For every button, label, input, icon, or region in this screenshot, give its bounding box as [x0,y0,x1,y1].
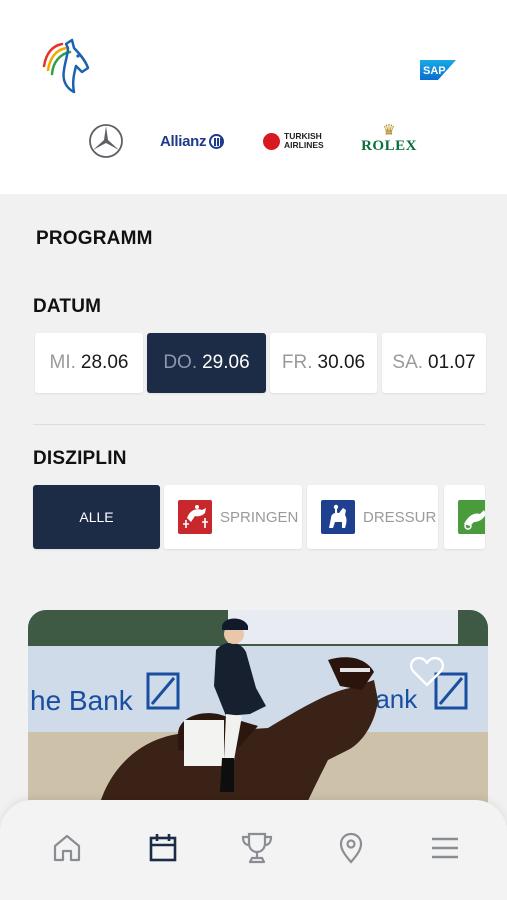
bottom-navigation [0,800,507,900]
discipline-tab-dressur[interactable]: DRESSUR [307,485,438,549]
date-tab-date: 28.06 [80,352,129,373]
calendar-icon [149,834,177,862]
allianz-logo: Allianz [160,124,225,158]
discipline-tab-label: DRESSUR [363,508,437,526]
disziplin-heading: DISZIPLIN [33,448,127,469]
sponsor-header: SAP Allianz TURKISH AIRLINES ♛ ROLEX [0,0,507,194]
date-tab-date: 29.06 [202,352,250,373]
location-pin-icon [339,832,363,864]
rolex-crown-icon: ♛ [382,122,396,139]
heart-icon[interactable] [410,656,444,688]
mercedes-logo [88,124,126,158]
horse-logo-icon[interactable] [38,36,94,96]
event-photo: he Bank Bank [28,610,488,810]
trophy-icon [241,832,273,864]
dressage-icon [321,500,355,534]
svg-text:SAP: SAP [423,65,446,77]
allianz-eagle-icon [209,133,225,149]
date-tab-sa[interactable]: SA. 01.07 [382,333,486,393]
date-tab-date: 01.07 [428,352,476,373]
discipline-tab-springen[interactable]: SPRINGEN [164,485,302,549]
rolex-logo: ♛ ROLEX [360,122,418,158]
show-jumping-icon [178,500,212,534]
nav-home-button[interactable] [47,828,87,868]
home-icon [53,834,81,862]
date-tab-mi[interactable]: MI. 28.06 [35,333,143,393]
nav-results-button[interactable] [237,828,277,868]
turkish-airlines-line2: AIRLINES [284,140,324,150]
turkish-airlines-bird-icon [263,132,280,150]
discipline-tab-label: SPRINGEN [220,508,299,526]
discipline-tab-label: ALLE [79,509,114,525]
event-card[interactable]: he Bank Bank [28,610,488,810]
date-tab-do[interactable]: DO. 29.06 [147,333,266,393]
menu-icon [432,837,458,859]
discipline-tab-alle[interactable]: ALLE [33,485,160,549]
allianz-wordmark: Allianz [160,132,207,150]
date-tab-day: MI. [49,352,76,373]
datum-heading: DATUM [33,296,102,317]
rolex-wordmark: ROLEX [361,138,417,154]
page-title: PROGRAMM [36,228,153,249]
banner-text-left: he Bank [30,685,134,716]
nav-menu-button[interactable] [425,828,465,868]
nav-calendar-button[interactable] [143,828,183,868]
date-tab-date: 30.06 [317,352,366,373]
section-divider [33,424,485,425]
sap-logo: SAP [420,60,456,80]
driving-icon [458,500,485,534]
date-tab-fr[interactable]: FR. 30.06 [270,333,377,393]
date-tab-day: DO. [163,352,198,373]
date-tab-day: SA. [392,352,424,373]
mercedes-star-icon [89,124,123,158]
discipline-tab-fahren[interactable] [444,485,485,549]
date-tab-day: FR. [281,352,313,373]
nav-location-button[interactable] [331,828,371,868]
turkish-airlines-logo: TURKISH AIRLINES [263,124,324,158]
